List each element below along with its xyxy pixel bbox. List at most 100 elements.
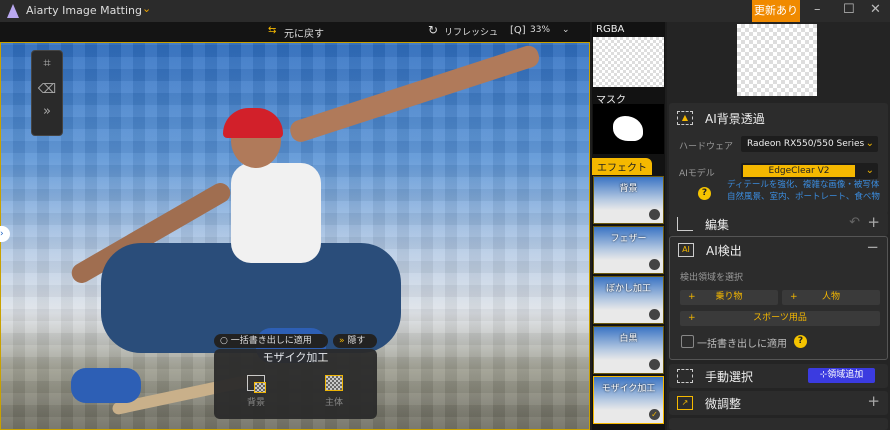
add-region-button[interactable]: ⊹領域追加: [808, 368, 875, 383]
section-title: AI検出: [706, 244, 742, 258]
chip-sports-gear[interactable]: + スポーツ用品: [680, 311, 880, 326]
effect-label: 背景: [619, 184, 638, 194]
detect-select-label: 検出領域を選択: [680, 273, 744, 283]
background-mosaic-icon: [247, 375, 266, 393]
undo-icon[interactable]: ↶: [849, 215, 860, 230]
hide-label: 隠す: [347, 336, 366, 346]
fine-tune-section[interactable]: ↗ 微調整 +: [669, 391, 888, 415]
check-icon[interactable]: ✓: [649, 409, 660, 420]
right-panel: ▲ AI背景透過 ハードウェア Radeon RX550/550 Series ⌄…: [667, 22, 890, 430]
section-title: 編集: [705, 218, 730, 232]
mosaic-panel-title: モザイク加工: [262, 351, 329, 364]
undo-icon[interactable]: ⇆: [268, 25, 276, 36]
effect-item[interactable]: フェザー: [593, 226, 664, 274]
subject-cap: [223, 108, 283, 138]
effect-section: エフェクト 背景フェザーぼかし加工白黒モザイク加工 ✓: [592, 158, 665, 424]
thumbnail-column: RGBA マスク エフェクト 背景フェザーぼかし加工白黒モザイク加工 ✓: [592, 22, 665, 430]
hardware-value: Radeon RX550/550 Series: [747, 139, 865, 149]
effect-label: ぼかし加工: [605, 284, 651, 294]
chevron-down-icon: ⌄: [865, 165, 874, 176]
section-title: 手動選択: [705, 370, 754, 384]
chevron-down-icon[interactable]: ⌄: [142, 2, 151, 15]
radio-icon[interactable]: [649, 209, 660, 220]
effect-item[interactable]: 背景: [593, 176, 664, 224]
app-logo-icon: [7, 4, 19, 18]
eraser-icon[interactable]: ⌫: [32, 77, 62, 103]
batch-apply-label: 一括書き出しに適用: [230, 336, 312, 346]
ai-bg-icon: ▲: [677, 111, 693, 125]
select-tool-icon[interactable]: ⌗: [32, 51, 62, 77]
section-title: AI背景透過: [705, 112, 765, 126]
refresh-button[interactable]: リフレッシュ: [444, 25, 498, 38]
refresh-icon[interactable]: ↻: [428, 23, 438, 37]
chip-label: スポーツ用品: [753, 313, 807, 323]
option-label: 主体: [324, 398, 343, 408]
app-title: Aiarty Image Matting: [26, 4, 142, 17]
subject-shoe: [71, 368, 141, 403]
model-select[interactable]: EdgeClear V2 ⌄: [741, 163, 878, 179]
section-title: 微調整: [705, 397, 742, 411]
batch-apply-label: 一括書き出しに適用: [697, 339, 787, 350]
chevron-down-icon: ⌄: [865, 138, 874, 149]
edit-section[interactable]: 編集 ↶ +: [669, 212, 888, 236]
radio-icon[interactable]: [649, 259, 660, 270]
option-label: 背景: [246, 398, 265, 408]
canvas-toolbar: ⇆ 元に戻す ↻ リフレッシュ [Q] 33% ⌄: [0, 22, 590, 42]
mosaic-subject-option[interactable]: 主体: [314, 375, 354, 408]
effect-label: 白黒: [619, 334, 638, 344]
help-icon[interactable]: ?: [698, 187, 711, 200]
effect-item[interactable]: ぼかし加工: [593, 276, 664, 324]
add-region-label: 領域追加: [827, 370, 864, 380]
rgba-label: RGBA: [596, 24, 625, 35]
chip-person[interactable]: + 人物: [782, 290, 880, 305]
effect-item[interactable]: モザイク加工 ✓: [593, 376, 664, 424]
radio-icon[interactable]: [649, 309, 660, 320]
model-desc-line: ディテールを強化、複雑な画像・被写体: [727, 180, 880, 190]
title-bar: Aiarty Image Matting ⌄ 更新あり – ☐ ✕: [0, 0, 890, 22]
minimize-icon[interactable]: –: [814, 2, 821, 17]
fine-tune-icon: ↗: [677, 396, 693, 410]
rgba-thumbnail[interactable]: [593, 37, 664, 87]
manual-select-icon: [677, 369, 693, 383]
ai-detect-icon: AI: [678, 243, 694, 257]
collapse-icon[interactable]: −: [866, 238, 879, 256]
ai-detect-section: AI AI検出 − 検出領域を選択 + 乗り物 + 人物 + スポーツ用品 一括書き出…: [669, 236, 888, 360]
update-button[interactable]: 更新あり: [752, 0, 800, 22]
mosaic-panel: モザイク加工 背景 主体: [214, 349, 377, 419]
preview-thumbnail: [737, 24, 817, 96]
hide-button[interactable]: » 隠す: [333, 334, 377, 348]
zoom-chevron-icon[interactable]: ⌄: [562, 25, 570, 35]
zoom-icon[interactable]: [Q]: [510, 25, 526, 36]
hardware-select[interactable]: Radeon RX550/550 Series ⌄: [741, 136, 878, 152]
undo-button[interactable]: 元に戻す: [284, 25, 324, 40]
mask-label: マスク: [596, 95, 626, 106]
plus-icon[interactable]: +: [867, 392, 880, 410]
next-section: [669, 418, 888, 430]
radio-icon[interactable]: [649, 359, 660, 370]
edit-icon: [677, 217, 693, 231]
batch-apply-checkbox[interactable]: [681, 335, 694, 348]
maximize-icon[interactable]: ☐: [843, 2, 855, 17]
zoom-value[interactable]: 33%: [530, 25, 550, 35]
hardware-label: ハードウェア: [679, 142, 734, 152]
subject-mosaic-icon: [325, 375, 343, 391]
mosaic-background-option[interactable]: 背景: [236, 375, 276, 408]
chip-vehicle[interactable]: + 乗り物: [680, 290, 778, 305]
help-icon[interactable]: ?: [794, 335, 807, 348]
effect-label: フェザー: [610, 234, 647, 244]
model-label: AIモデル: [679, 169, 715, 179]
effect-label: エフェクト: [592, 158, 652, 175]
effect-item[interactable]: 白黒: [593, 326, 664, 374]
subject-arm: [287, 43, 542, 145]
mask-thumbnail[interactable]: [593, 104, 664, 154]
effect-label: モザイク加工: [601, 384, 656, 394]
batch-apply-toggle[interactable]: ○ 一括書き出しに適用: [214, 334, 328, 348]
model-description: ディテールを強化、複雑な画像・被写体 自然風景、室内、ポートレート、食べ物: [727, 179, 890, 203]
model-value: EdgeClear V2: [743, 165, 855, 177]
close-icon[interactable]: ✕: [870, 2, 881, 17]
expand-tools-icon[interactable]: »: [32, 103, 62, 121]
model-desc-line: 自然風景、室内、ポートレート、食べ物: [727, 192, 880, 202]
canvas-tools: ⌗ ⌫ »: [31, 50, 63, 136]
plus-icon[interactable]: +: [867, 213, 880, 231]
subject-body: [231, 163, 321, 263]
